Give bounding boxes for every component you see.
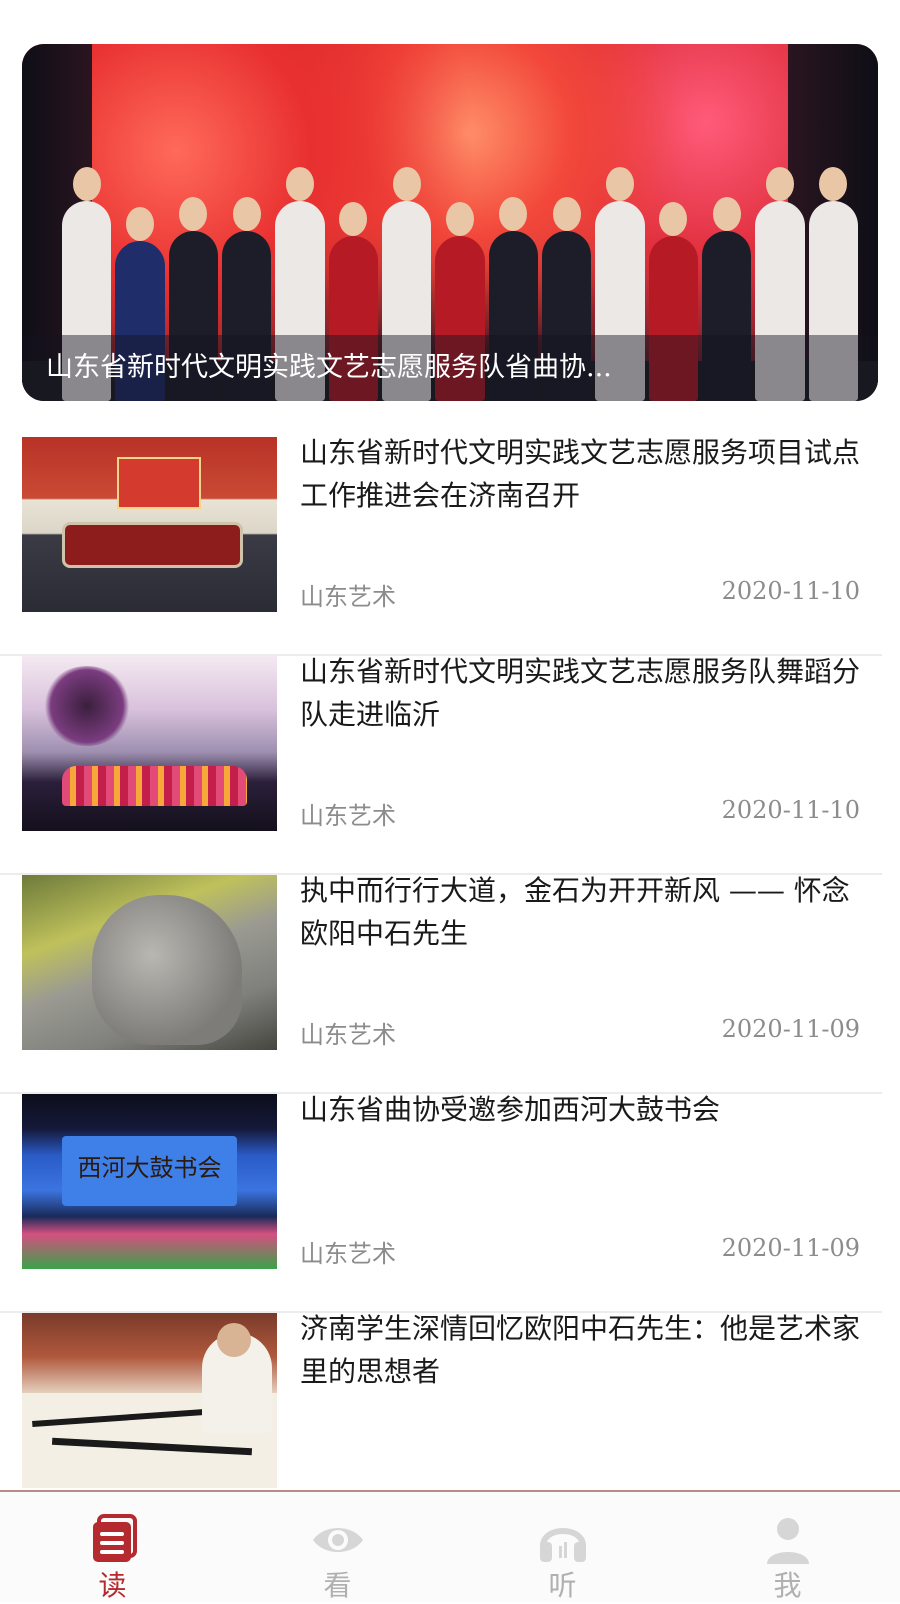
article-source: 山东艺术: [300, 1021, 396, 1049]
banner-caption: 山东省新时代文明实践文艺志愿服务队省曲协...: [22, 335, 878, 401]
article-thumbnail: [22, 875, 277, 1050]
bottom-tab-bar: 读 看 听 我: [0, 1490, 900, 1602]
article-date: 2020-11-10: [721, 577, 860, 605]
article-title: 山东省新时代文明实践文艺志愿服务项目试点工作推进会在济南召开: [300, 436, 861, 512]
tab-read[interactable]: 读: [0, 1492, 225, 1602]
tab-label: 读: [98, 1569, 127, 1602]
article-date: 2020-11-10: [721, 796, 860, 824]
tab-label: 看: [323, 1569, 352, 1602]
article-item[interactable]: 山东省新时代文明实践文艺志愿服务项目试点工作推进会在济南召开 山东艺术 2020…: [0, 436, 900, 656]
article-date: 2020-11-09: [721, 1015, 860, 1043]
article-thumbnail: [22, 1313, 277, 1488]
article-item[interactable]: 山东省新时代文明实践文艺志愿服务队舞蹈分队走进临沂 山东艺术 2020-11-1…: [0, 655, 900, 875]
article-date: 2020-11-09: [721, 1234, 860, 1262]
article-title: 山东省曲协受邀参加西河大鼓书会: [300, 1093, 721, 1126]
article-list: 山东省新时代文明实践文艺志愿服务项目试点工作推进会在济南召开 山东艺术 2020…: [0, 436, 900, 1490]
tab-label: 听: [548, 1569, 577, 1602]
article-source: 山东艺术: [300, 583, 396, 611]
tab-me[interactable]: 我: [675, 1492, 900, 1602]
article-item[interactable]: 执中而行行大道，金石为开开新风 —— 怀念欧阳中石先生 山东艺术 2020-11…: [0, 874, 900, 1094]
news-feed: 山东省新时代文明实践文艺志愿服务队省曲协... 山东省新时代文明实践文艺志愿服务…: [0, 0, 900, 1490]
article-item[interactable]: 西河大鼓书会 山东省曲协受邀参加西河大鼓书会 山东艺术 2020-11-09: [0, 1093, 900, 1313]
book-icon: [92, 1514, 137, 1562]
tab-listen[interactable]: 听: [450, 1492, 675, 1602]
article-title: 执中而行行大道，金石为开开新风 —— 怀念欧阳中石先生: [300, 874, 850, 950]
article-thumbnail: [22, 437, 277, 612]
article-thumbnail: [22, 656, 277, 831]
article-source: 山东艺术: [300, 1240, 396, 1268]
featured-banner[interactable]: 山东省新时代文明实践文艺志愿服务队省曲协...: [22, 44, 878, 401]
article-title: 济南学生深情回忆欧阳中石先生：他是艺术家里的思想者: [300, 1312, 861, 1388]
person-icon: [766, 1518, 809, 1564]
headphones-icon: [539, 1528, 586, 1562]
article-title: 山东省新时代文明实践文艺志愿服务队舞蹈分队走进临沂: [300, 655, 861, 731]
tab-watch[interactable]: 看: [225, 1492, 450, 1602]
article-item[interactable]: 济南学生深情回忆欧阳中石先生：他是艺术家里的思想者: [0, 1312, 900, 1490]
article-thumbnail: 西河大鼓书会: [22, 1094, 277, 1269]
thumbnail-banner-text: 西河大鼓书会: [77, 1154, 222, 1182]
article-source: 山东艺术: [300, 802, 396, 830]
eye-icon: [312, 1528, 363, 1552]
tab-label: 我: [773, 1569, 802, 1602]
